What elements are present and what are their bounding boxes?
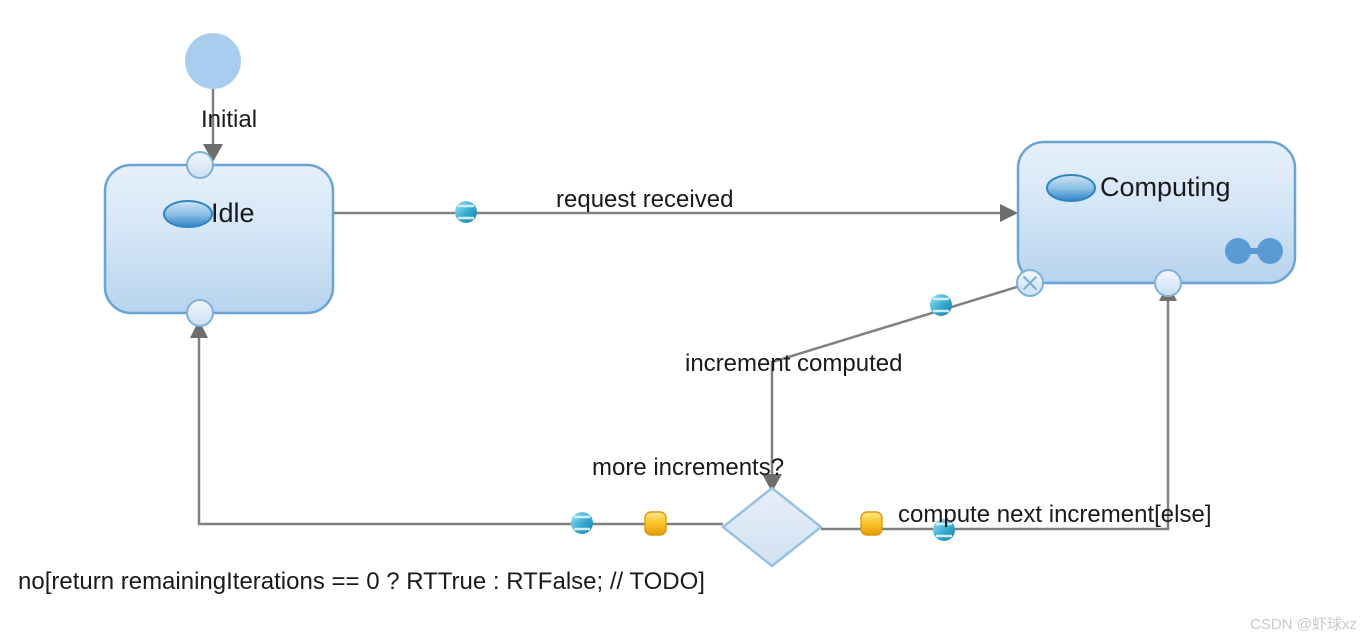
diagram-canvas: Idle Computing Initial request received … [0, 0, 1369, 642]
state-idle[interactable] [103, 163, 335, 315]
guard-icon[interactable] [644, 511, 667, 536]
choice-pseudostate[interactable] [720, 486, 824, 568]
trigger-icon[interactable] [571, 512, 593, 534]
guard-icon[interactable] [860, 511, 883, 536]
transition-label-no-guard: no[return remainingIterations == 0 ? RTT… [18, 568, 705, 595]
diagram-svg [103, 33, 1297, 568]
transition-label-request-received: request received [556, 186, 734, 213]
trigger-icon[interactable] [930, 294, 952, 316]
idle-exit-port[interactable] [186, 299, 214, 327]
initial-pseudostate[interactable] [185, 33, 241, 89]
edge-decision-to-idle[interactable] [190, 320, 723, 526]
state-name-idle: Idle [211, 198, 255, 228]
state-icon [1046, 174, 1096, 202]
idle-entry-port[interactable] [186, 151, 214, 179]
transition-label-increment-computed: increment computed [685, 350, 903, 377]
transition-label-compute-next-increment: compute next increment[else] [898, 501, 1212, 528]
trigger-icon[interactable] [455, 201, 477, 223]
edge-decision-to-computing[interactable] [821, 283, 1177, 531]
state-name-computing: Computing [1100, 172, 1231, 202]
initial-pseudostate-label: Initial [201, 106, 258, 133]
choice-pseudostate-label: more increments? [592, 454, 785, 481]
computing-entry-port[interactable] [1154, 269, 1182, 297]
state-icon [163, 200, 213, 228]
edge-computing-to-decision[interactable] [762, 281, 1031, 492]
computing-exit-point[interactable] [1016, 269, 1044, 297]
watermark: CSDN @虾球xz [1250, 616, 1357, 633]
state-computing[interactable] [1016, 140, 1297, 285]
